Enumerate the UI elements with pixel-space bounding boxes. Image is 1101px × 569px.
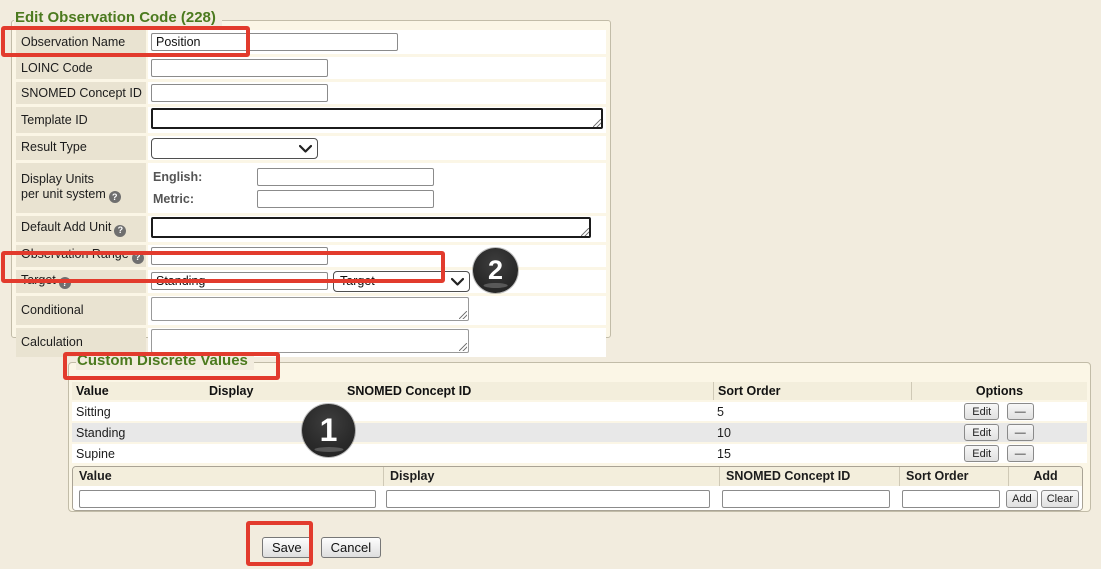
resize-handle-icon[interactable] (459, 343, 467, 351)
cell-sort-order: 15 (713, 444, 911, 463)
custom-discrete-values-title: Custom Discrete Values (76, 352, 254, 370)
observation-name-label: Observation Name (16, 30, 146, 54)
table-row: Standing 10 Edit — (72, 423, 1087, 442)
edit-observation-form: Observation Name LOINC Code SNOMED Conce… (14, 27, 608, 360)
annotation-badge-2: 2 (473, 248, 518, 293)
display-units-row: Display Units per unit system? English: … (16, 163, 606, 213)
resize-handle-icon[interactable] (593, 119, 601, 127)
add-row-header: Value Display SNOMED Concept ID Sort Ord… (73, 467, 1082, 486)
default-add-unit-label: Default Add Unit (21, 220, 111, 234)
new-sort-order-input[interactable] (902, 490, 1000, 508)
column-header-options: Options (911, 382, 1087, 400)
loinc-code-row: LOINC Code (16, 57, 606, 79)
add-column-display: Display (383, 467, 719, 486)
table-row: Sitting 5 Edit — (72, 402, 1087, 421)
column-header-display: Display (205, 382, 343, 400)
chevron-down-icon (299, 144, 312, 153)
loinc-code-label: LOINC Code (16, 57, 146, 79)
snomed-concept-row: SNOMED Concept ID (16, 82, 606, 104)
save-button[interactable]: Save (262, 537, 312, 558)
display-units-label-line1: Display Units (21, 172, 94, 186)
add-column-value: Value (73, 467, 383, 486)
metric-unit-input[interactable] (257, 190, 434, 208)
edit-button[interactable]: Edit (964, 403, 999, 420)
result-type-label: Result Type (16, 136, 146, 160)
observation-range-row: Observation Range? (16, 245, 606, 267)
add-column-sort-order: Sort Order (899, 467, 1008, 486)
help-icon[interactable]: ? (114, 225, 126, 237)
calculation-textarea[interactable] (151, 329, 469, 353)
remove-button[interactable]: — (1007, 424, 1034, 441)
english-unit-input[interactable] (257, 168, 434, 186)
column-header-value: Value (72, 382, 205, 400)
table-row: Supine 15 Edit — (72, 444, 1087, 463)
cell-snomed (343, 444, 713, 463)
add-column-add: Add (1008, 467, 1082, 486)
add-column-snomed: SNOMED Concept ID (719, 467, 899, 486)
template-id-row: Template ID (16, 107, 606, 133)
resize-handle-icon[interactable] (581, 228, 589, 236)
observation-name-row: Observation Name (16, 30, 606, 54)
default-add-unit-row: Default Add Unit? (16, 216, 606, 242)
loinc-code-input[interactable] (151, 59, 328, 77)
cell-value: Sitting (72, 402, 205, 421)
cell-sort-order: 5 (713, 402, 911, 421)
help-icon[interactable]: ? (59, 277, 71, 289)
cell-sort-order: 10 (713, 423, 911, 442)
discrete-values-table: Value Display SNOMED Concept ID Sort Ord… (72, 380, 1087, 465)
column-header-sort-order: Sort Order (713, 382, 911, 400)
conditional-label: Conditional (16, 296, 146, 325)
snomed-concept-label: SNOMED Concept ID (16, 82, 146, 104)
form-actions: Save Cancel (262, 537, 390, 558)
conditional-textarea[interactable] (151, 297, 469, 321)
resize-handle-icon[interactable] (459, 311, 467, 319)
edit-observation-title: Edit Observation Code (228) (14, 9, 222, 27)
edit-button[interactable]: Edit (964, 445, 999, 462)
new-value-input[interactable] (79, 490, 376, 508)
discrete-values-header-row: Value Display SNOMED Concept ID Sort Ord… (72, 382, 1087, 400)
cell-snomed (343, 423, 713, 442)
cell-value: Supine (72, 444, 205, 463)
add-discrete-value-panel: Value Display SNOMED Concept ID Sort Ord… (72, 466, 1083, 511)
target-type-select[interactable]: Target (333, 271, 470, 292)
annotation-badge-1: 1 (302, 404, 355, 457)
cancel-button[interactable]: Cancel (321, 537, 381, 558)
metric-unit-label: Metric: (151, 192, 257, 206)
template-id-textarea[interactable] (151, 108, 603, 129)
new-display-input[interactable] (386, 490, 711, 508)
help-icon[interactable]: ? (109, 191, 121, 203)
chevron-down-icon (451, 277, 464, 286)
add-button[interactable]: Add (1006, 490, 1038, 508)
default-add-unit-textarea[interactable] (151, 217, 591, 238)
remove-button[interactable]: — (1007, 403, 1034, 420)
clear-button[interactable]: Clear (1041, 490, 1079, 508)
result-type-select[interactable] (151, 138, 318, 159)
remove-button[interactable]: — (1007, 445, 1034, 462)
english-unit-label: English: (151, 170, 257, 184)
new-snomed-input[interactable] (722, 490, 890, 508)
edit-button[interactable]: Edit (964, 424, 999, 441)
target-label: Target (21, 273, 56, 287)
template-id-label: Template ID (16, 107, 146, 133)
result-type-row: Result Type (16, 136, 606, 160)
observation-range-label: Observation Range (21, 247, 129, 261)
snomed-concept-input[interactable] (151, 84, 328, 102)
target-type-selected-value: Target (340, 274, 375, 288)
column-header-snomed: SNOMED Concept ID (343, 382, 713, 400)
conditional-row: Conditional (16, 296, 606, 325)
help-icon[interactable]: ? (132, 252, 144, 264)
cell-snomed (343, 402, 713, 421)
cell-value: Standing (72, 423, 205, 442)
target-value-input[interactable] (151, 272, 328, 290)
display-units-label-line2: per unit system (21, 187, 106, 201)
observation-name-input[interactable] (151, 33, 398, 51)
observation-range-input[interactable] (151, 247, 328, 265)
